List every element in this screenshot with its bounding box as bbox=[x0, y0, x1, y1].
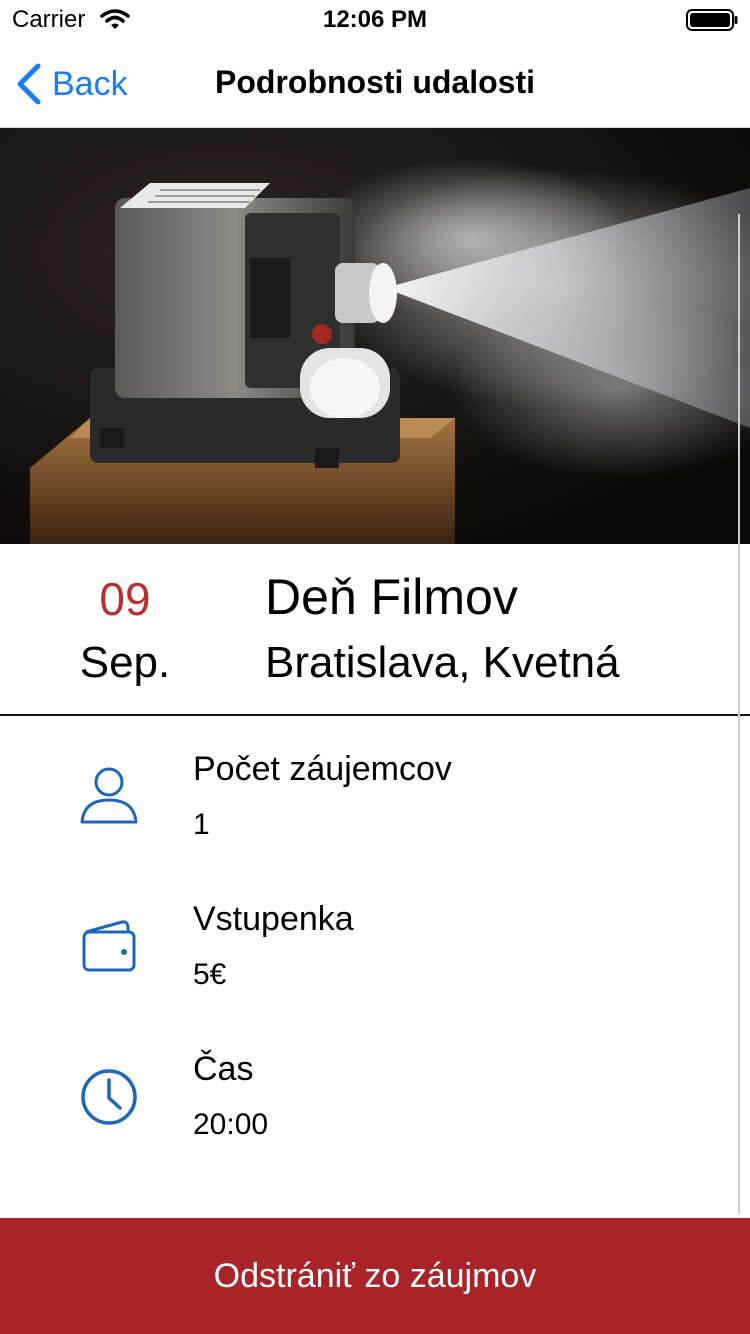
event-title: Deň Filmov bbox=[265, 569, 518, 625]
person-icon bbox=[80, 767, 138, 824]
detail-row-ticket: Vstupenka 5€ bbox=[0, 900, 750, 1020]
event-date-month: Sep. bbox=[79, 638, 171, 687]
status-time: 12:06 PM bbox=[322, 6, 428, 33]
detail-label: Vstupenka bbox=[193, 900, 354, 938]
event-image bbox=[0, 128, 750, 544]
event-location: Bratislava, Kvetná bbox=[265, 638, 620, 687]
section-divider bbox=[0, 714, 750, 716]
battery-icon bbox=[686, 9, 738, 31]
detail-value: 5€ bbox=[193, 958, 227, 991]
detail-label: Počet záujemcov bbox=[193, 750, 452, 788]
detail-value: 20:00 bbox=[193, 1108, 269, 1141]
navigation-bar: Back Podrobnosti udalosti bbox=[0, 40, 750, 128]
detail-row-interested: Počet záujemcov 1 bbox=[0, 750, 750, 870]
detail-label: Čas bbox=[193, 1050, 254, 1088]
clock-icon bbox=[81, 1069, 137, 1125]
page-title: Podrobnosti udalosti bbox=[215, 64, 535, 100]
wallet-icon bbox=[82, 920, 136, 972]
remove-from-interests-button[interactable]: Odstrániť zo záujmov bbox=[0, 1218, 750, 1334]
detail-row-time: Čas 20:00 bbox=[0, 1050, 750, 1170]
status-bar: Carrier 12:06 PM bbox=[0, 0, 750, 40]
detail-value: 1 bbox=[193, 808, 210, 841]
event-date-day: 09 bbox=[99, 573, 151, 625]
